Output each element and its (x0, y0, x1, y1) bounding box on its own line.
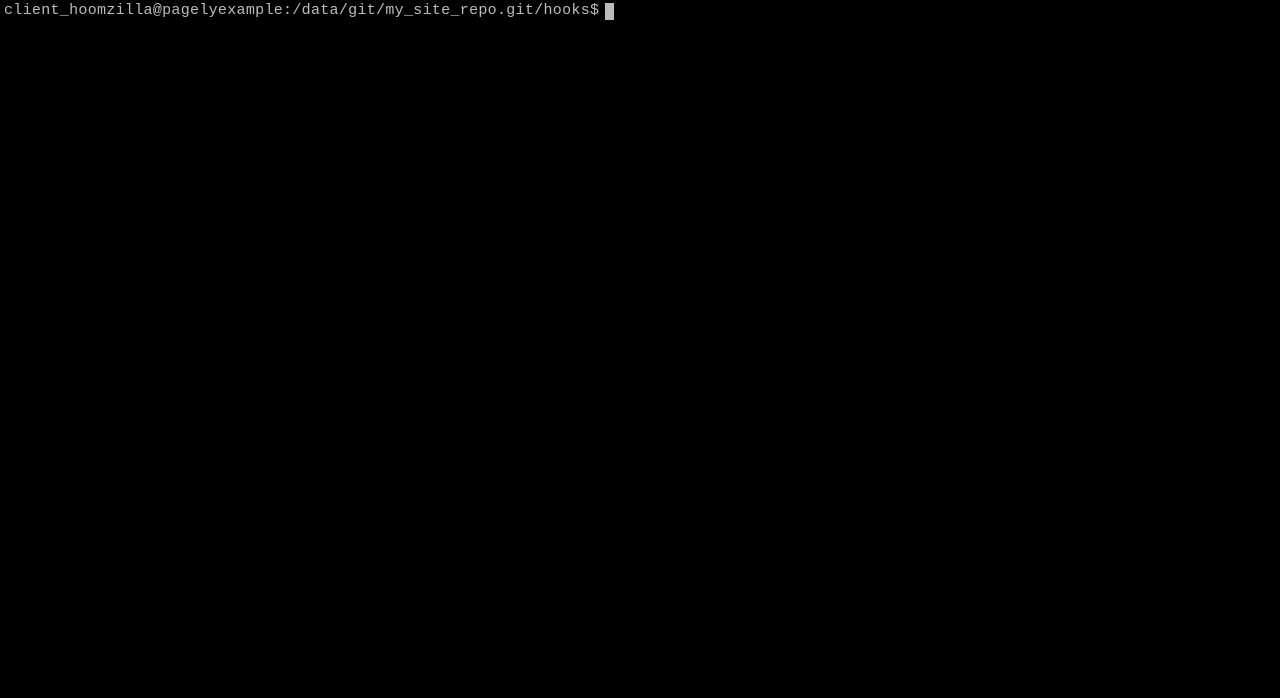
prompt-line: client_hoomzilla@pagelyexample:/data/git… (4, 2, 1276, 20)
cursor-icon (605, 3, 614, 20)
shell-prompt: client_hoomzilla@pagelyexample:/data/git… (4, 2, 599, 20)
terminal-window[interactable]: client_hoomzilla@pagelyexample:/data/git… (0, 0, 1280, 698)
